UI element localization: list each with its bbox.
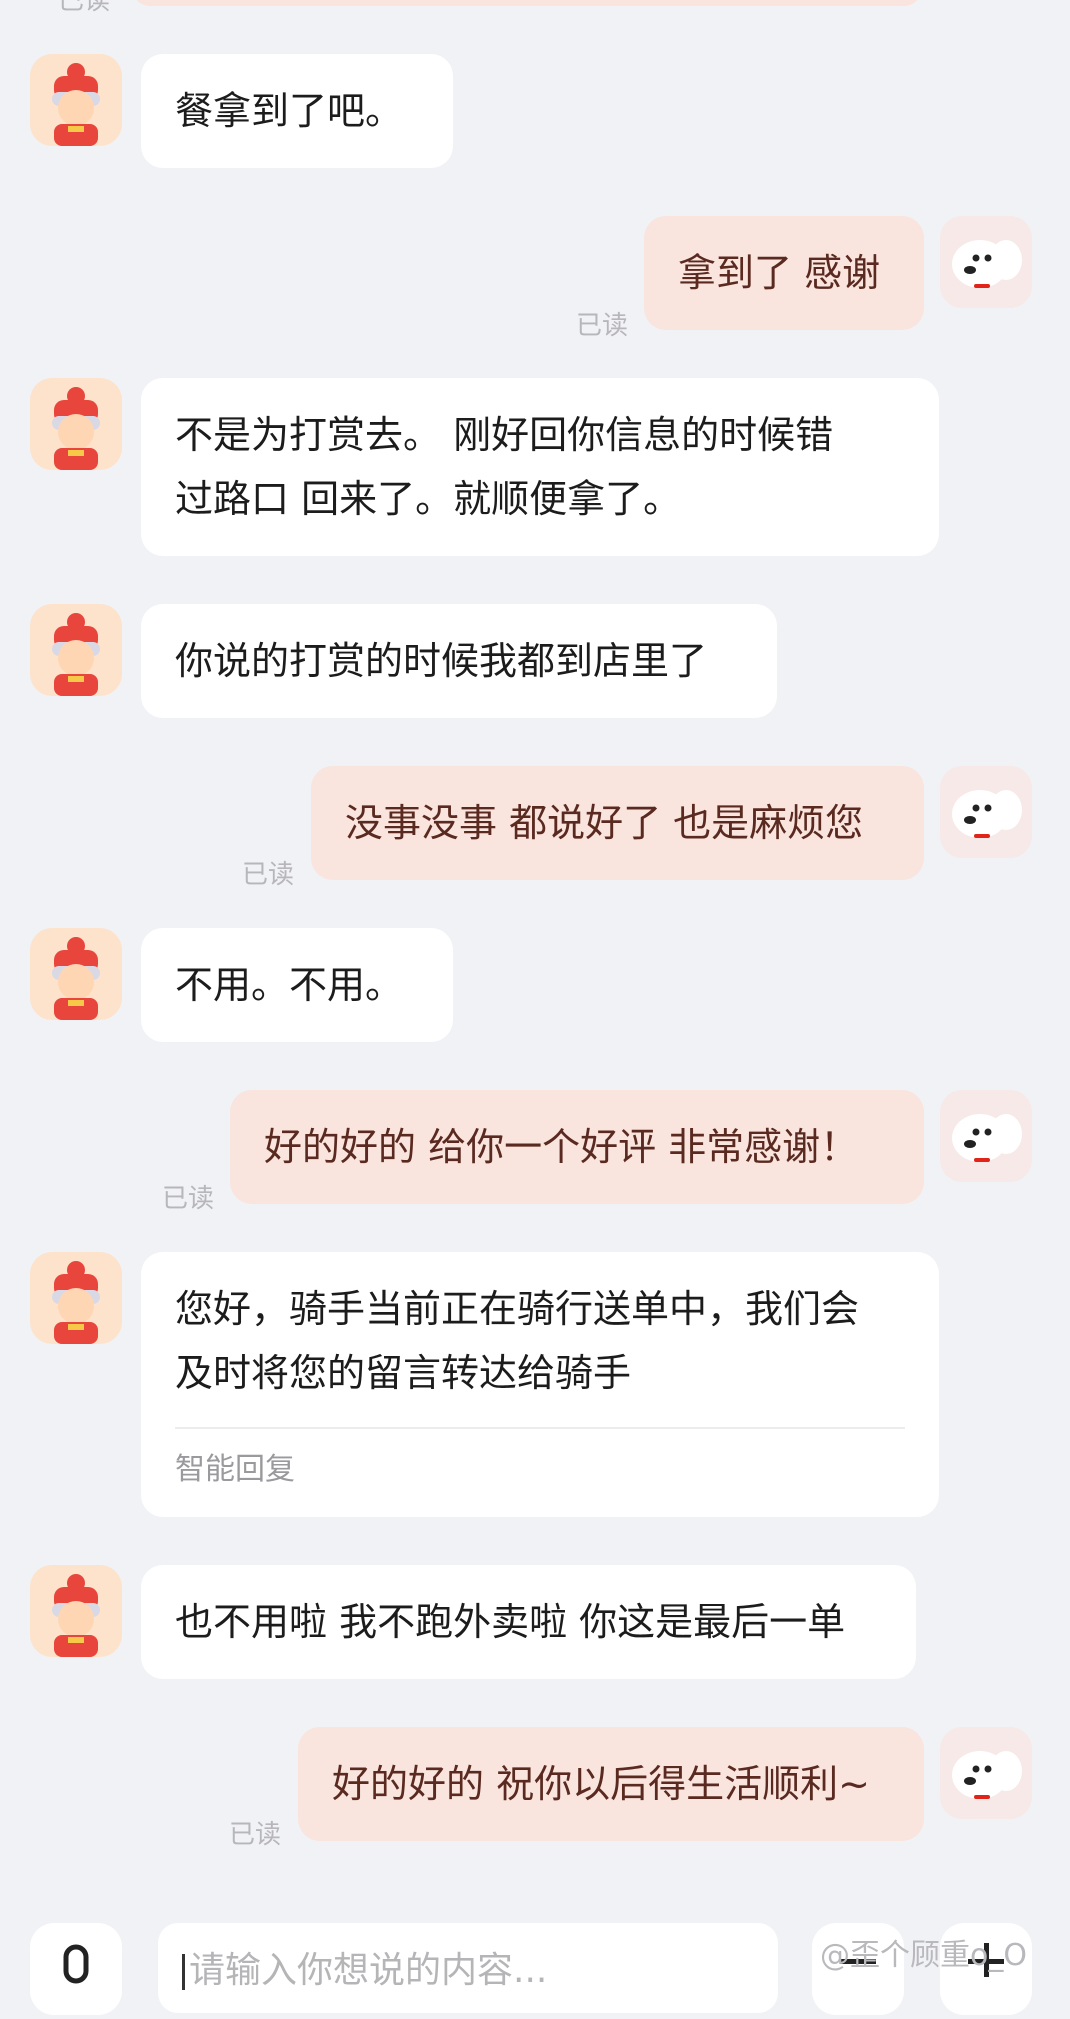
message-text: 餐拿到了吧。 (175, 89, 404, 133)
read-status-top: 已读 (58, 0, 111, 16)
message-bubble[interactable]: 也不用啦 我不跑外卖啦 你这是最后一单 (141, 1565, 916, 1679)
message-bubble[interactable]: 你说的打赏的时候我都到店里了 (141, 604, 777, 718)
voice-button[interactable] (30, 1923, 122, 2015)
message-bubble[interactable]: 没事没事 都说好了 也是麻烦您 (311, 766, 924, 880)
rider-avatar[interactable] (30, 1565, 122, 1657)
user-avatar[interactable] (940, 216, 1032, 308)
message-divider (175, 1427, 905, 1429)
rider-avatar[interactable] (30, 928, 122, 1020)
smart-reply-tag: 智能回复 (175, 1452, 295, 1487)
message-text: 好的好的 祝你以后得生活顺利~ (332, 1762, 870, 1806)
microphone-icon (63, 1944, 89, 1984)
message-bubble[interactable]: 好的好的 祝你以后得生活顺利~ (298, 1727, 924, 1841)
rider-avatar[interactable] (30, 604, 122, 696)
message-text: 不用。不用。 (175, 963, 404, 1007)
user-avatar[interactable] (940, 766, 1032, 858)
message-bubble[interactable]: 不用。不用。 (141, 928, 453, 1042)
read-status: 已读 (242, 860, 295, 890)
user-avatar[interactable] (940, 1727, 1032, 1819)
watermark: @歪个顾重o_O (820, 1938, 1027, 1973)
read-status: 已读 (229, 1820, 282, 1850)
text-cursor (182, 1954, 185, 1990)
message-text: 好的好的 给你一个好评 非常感谢！ (264, 1125, 859, 1169)
message-text: 不是为打赏去。 刚好回你信息的时候错 过路口 回来了。就顺便拿了。 (175, 413, 834, 521)
message-text: 拿到了 感谢 (678, 251, 881, 295)
read-status: 已读 (162, 1184, 215, 1214)
message-bubble[interactable]: 好的好的 给你一个好评 非常感谢！ (230, 1090, 924, 1204)
message-text: 也不用啦 我不跑外卖啦 你这是最后一单 (175, 1600, 846, 1644)
message-bubble[interactable]: 拿到了 感谢 (644, 216, 924, 330)
rider-avatar[interactable] (30, 378, 122, 470)
message-bubble[interactable]: 您好，骑手当前正在骑行送单中，我们会 及时将您的留言转达给骑手 智能回复 (141, 1252, 939, 1517)
rider-avatar[interactable] (30, 54, 122, 146)
input-placeholder: 请输入你想说的内容... (189, 1950, 548, 1991)
read-status: 已读 (576, 311, 629, 341)
message-bubble[interactable]: 不是为打赏去。 刚好回你信息的时候错 过路口 回来了。就顺便拿了。 (141, 378, 939, 556)
user-avatar[interactable] (940, 1090, 1032, 1182)
message-text: 您好，骑手当前正在骑行送单中，我们会 及时将您的留言转达给骑手 (175, 1287, 860, 1395)
cropped-bubble-top (132, 0, 922, 6)
rider-avatar[interactable] (30, 1252, 122, 1344)
message-bubble[interactable]: 餐拿到了吧。 (141, 54, 453, 168)
message-text: 没事没事 都说好了 也是麻烦您 (345, 801, 864, 845)
message-input[interactable]: 请输入你想说的内容... (158, 1923, 778, 2013)
message-text: 你说的打赏的时候我都到店里了 (175, 639, 708, 683)
